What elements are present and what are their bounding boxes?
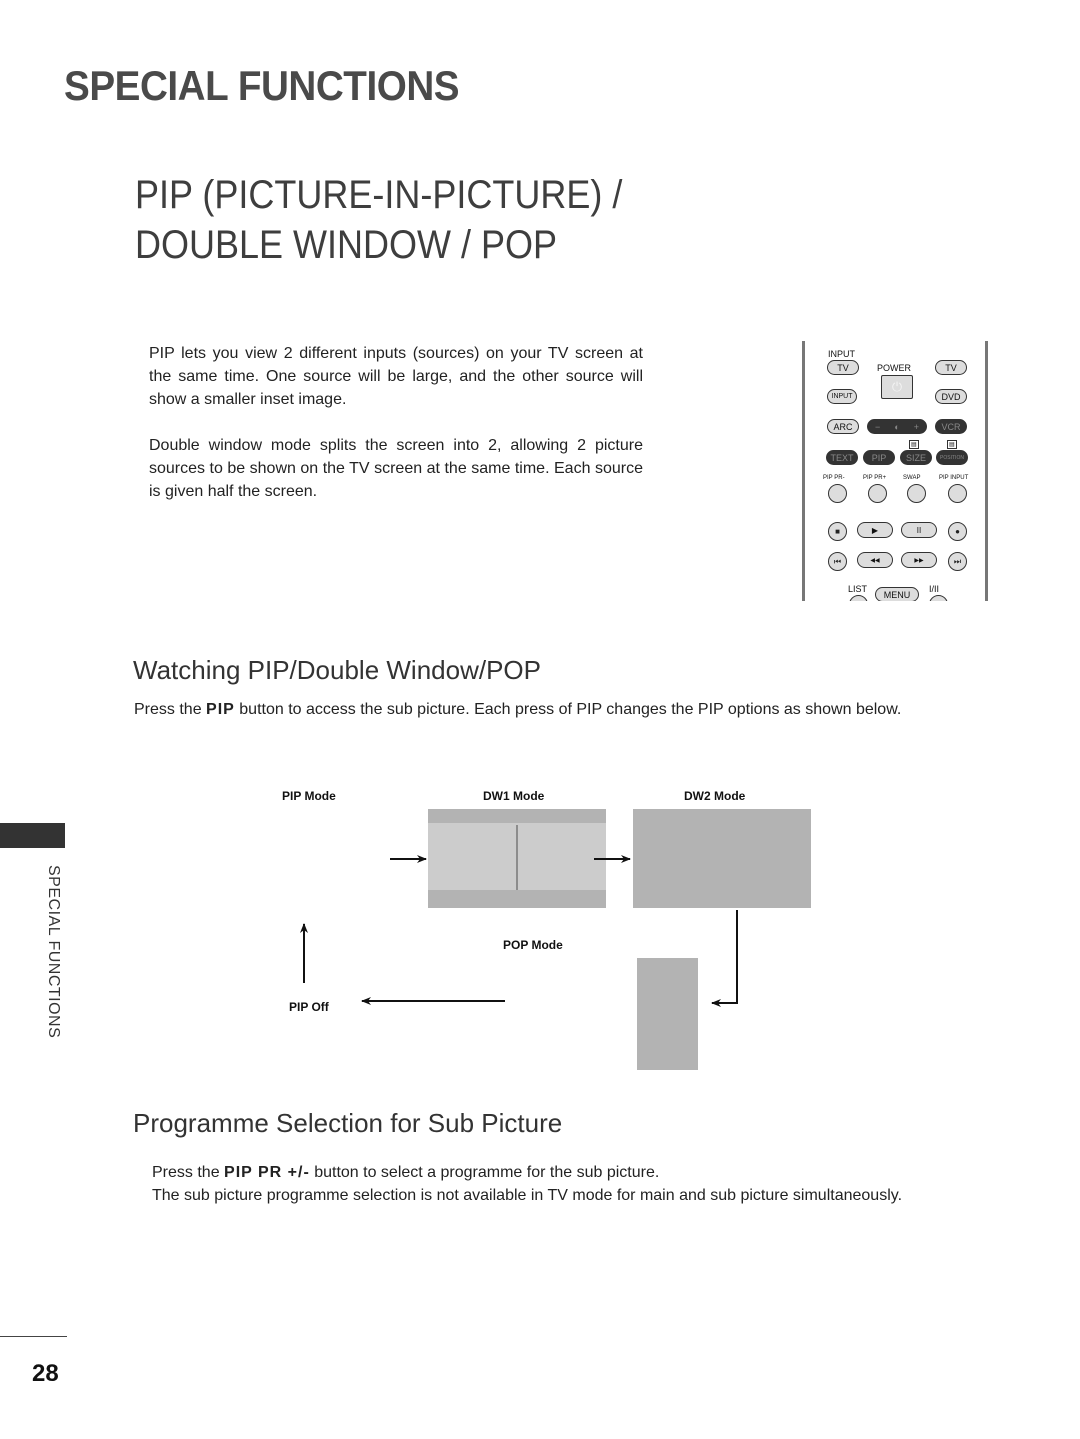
programme-line-2: The sub picture programme selection is n… [152,1187,903,1204]
footer-rule [0,1336,67,1337]
mode-cycle-diagram [300,809,811,1070]
instruction-text: button to select a programme for the sub… [309,1164,660,1181]
dw1-right-window [517,823,606,890]
dw2-screen [633,809,811,908]
arrow-dw2-to-pop [711,910,738,1007]
page-number: 28 [32,1360,59,1387]
chapter-tab-label: SPECIAL FUNCTIONS [45,865,62,1039]
pop-screen [637,958,698,1070]
programme-heading: Programme Selection for Sub Picture [133,1108,563,1138]
chapter-tab-marker [0,823,65,848]
instruction-text: Press the [152,1164,225,1181]
programme-line-1: Press the PIP PR +/- button to select a … [152,1164,659,1182]
dw1-left-window [428,823,517,890]
pip-pr-button-reference: PIP PR +/- [224,1164,310,1181]
